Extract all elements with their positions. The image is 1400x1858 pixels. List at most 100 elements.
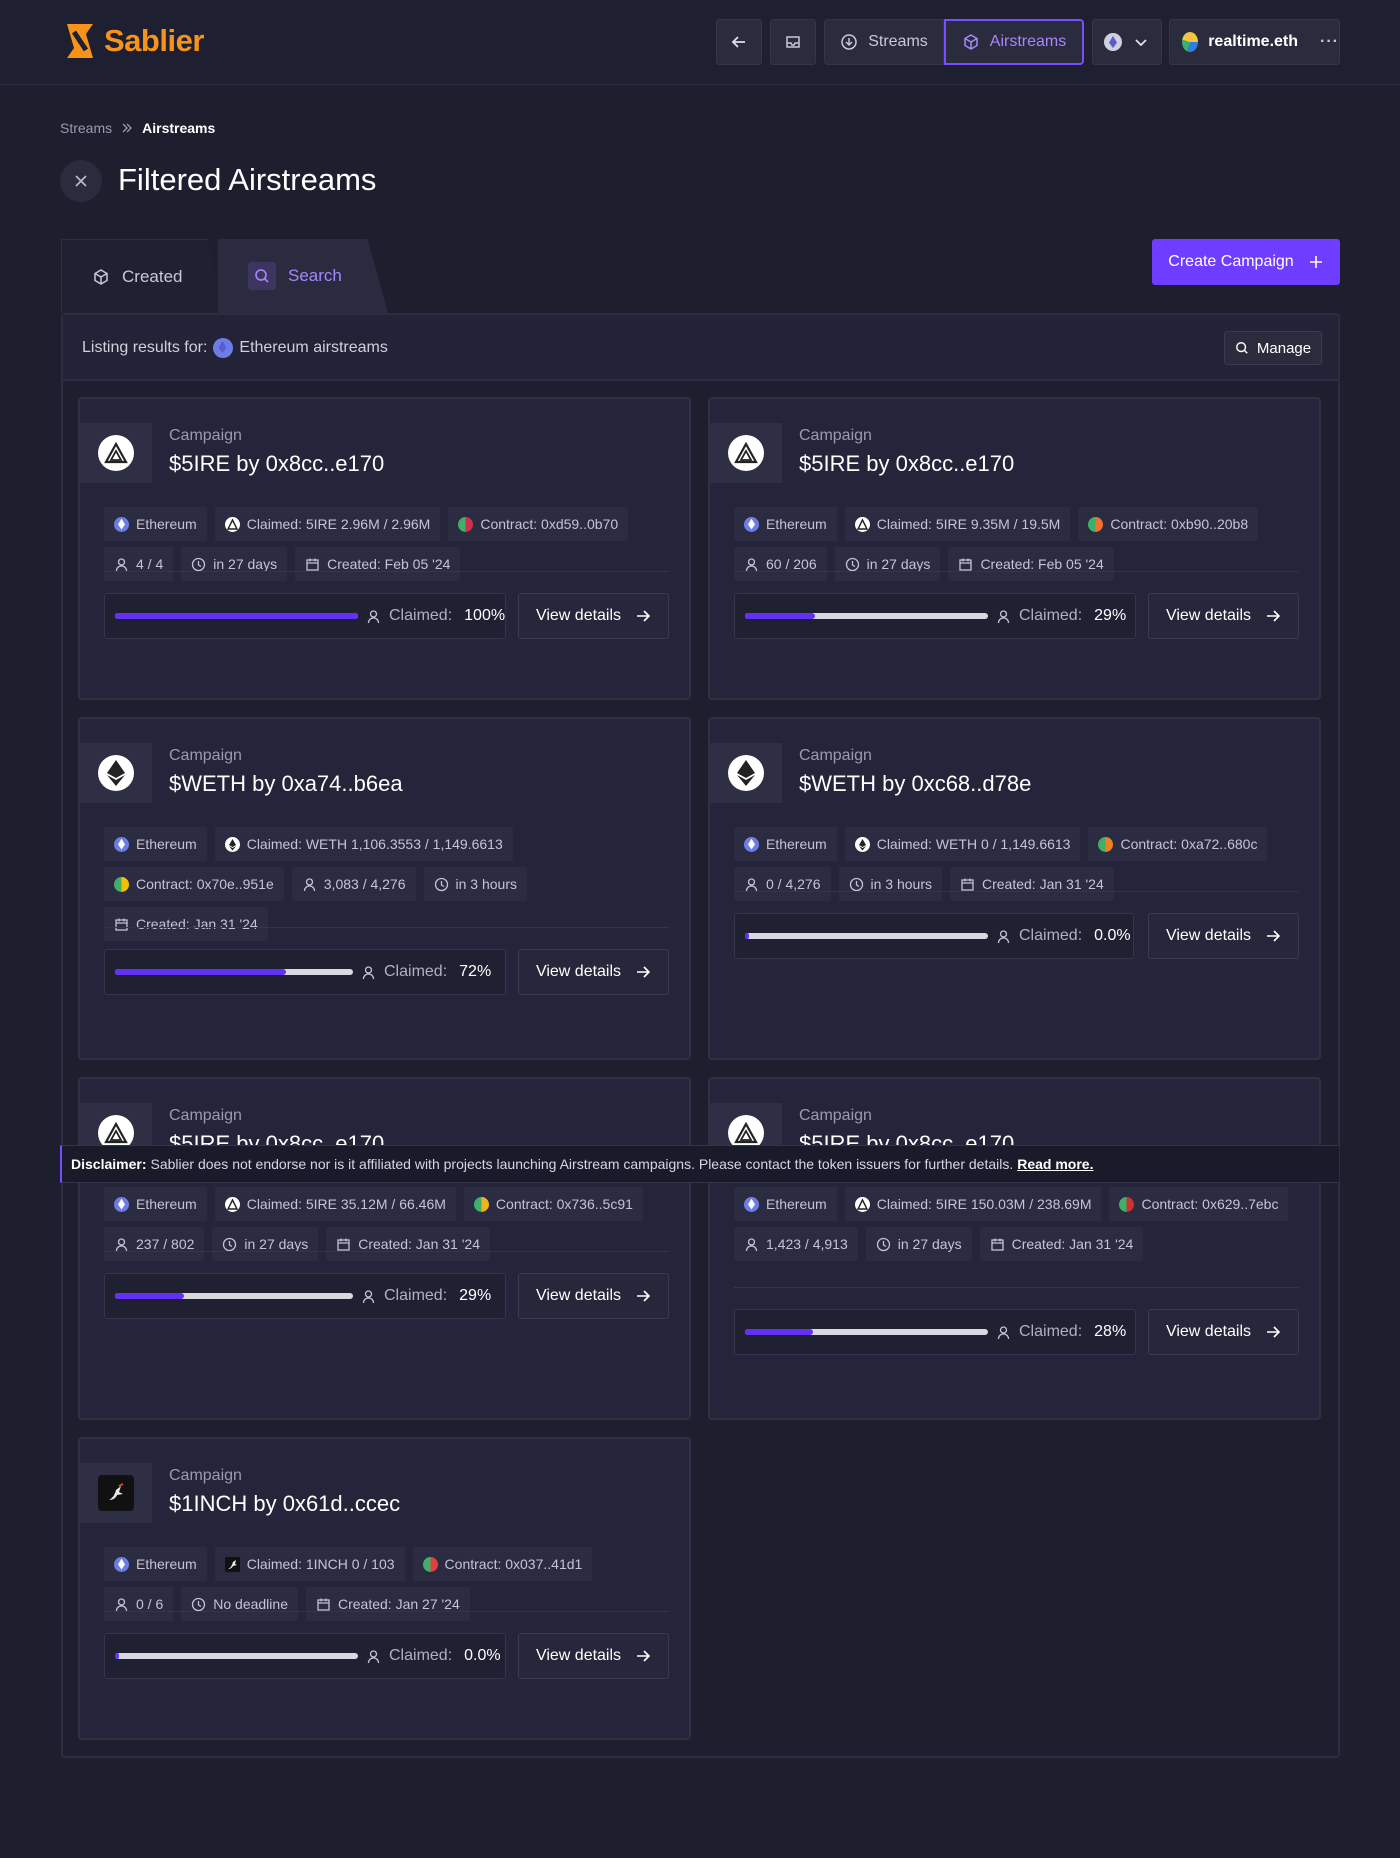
campaign-tag-text: Created: Feb 05 '24 [327,556,451,572]
campaign-tag[interactable]: Contract: 0x629..7ebc [1109,1187,1289,1221]
eth-token-icon [854,836,870,852]
tab-created[interactable]: Created [61,239,224,313]
view-details-button[interactable]: View details [518,949,669,995]
more-icon[interactable]: ··· [1320,33,1339,51]
close-filter-button[interactable] [60,160,102,202]
claimed-percent: 28% [1094,1323,1127,1340]
create-campaign-button[interactable]: Create Campaign [1152,239,1340,285]
view-details-button[interactable]: View details [1148,913,1299,959]
campaign-tag: in 27 days [834,547,941,581]
campaign-tag[interactable]: Contract: 0x037..41d1 [412,1547,593,1581]
campaign-tag[interactable]: Contract: 0xb90..20b8 [1078,507,1259,541]
clock-icon [845,557,860,572]
nav-airstreams[interactable]: Airstreams [944,19,1084,65]
campaign-tag: in 27 days [212,1227,319,1261]
campaign-title: $WETH by 0xc68..d78e [799,771,1032,796]
eth-token-icon [224,836,240,852]
campaign-tag-text: 0 / 4,276 [766,876,821,892]
campaign-tag[interactable]: Contract: 0xa72..680c [1088,827,1268,861]
cube-icon [964,34,978,50]
campaign-tag[interactable]: Contract: 0x736..5c91 [463,1187,643,1221]
contract-avatar-icon [114,876,129,892]
5ire-token-icon [854,1196,870,1212]
arrow-right-icon [637,966,651,978]
progress-fill [115,1653,119,1659]
5ire-token-icon [224,1196,240,1212]
campaign-card[interactable]: Campaign $5IRE by 0x8cc..e170 Ethereum Clai… [708,397,1321,700]
campaign-tag: Ethereum [104,1547,207,1581]
campaign-card[interactable]: Campaign $WETH by 0xa74..b6ea Ethereum Clai… [78,717,691,1060]
tab-search[interactable]: Search [218,239,388,313]
search-icon [1235,342,1248,354]
campaign-tag-text: Contract: 0x70e..951e [136,876,274,892]
back-button[interactable] [716,19,762,65]
view-details-button[interactable]: View details [1148,1309,1299,1355]
progress-fill [115,613,358,619]
campaign-tag: Ethereum [734,827,837,861]
claimed-percent: 29% [459,1287,492,1304]
campaign-card[interactable]: Campaign $1INCH by 0x61d..ccec Ethereum Cla… [78,1437,691,1740]
manage-button[interactable]: Manage [1224,331,1322,365]
arrow-left-icon [731,36,745,48]
calendar-icon [960,877,975,892]
5ire-token-icon [98,435,134,471]
ethereum-icon [114,1556,129,1572]
inbox-button[interactable] [770,19,816,65]
campaign-tag-text: No deadline [213,1596,288,1612]
read-more-link[interactable]: Read more. [1017,1156,1093,1172]
campaign-tag-text: Created: Feb 05 '24 [980,556,1104,572]
campaign-tag[interactable]: Contract: 0x70e..951e [104,867,284,901]
view-details-button[interactable]: View details [518,593,669,639]
listing-chain: Ethereum airstreams [239,339,388,356]
progress-bar [115,1653,358,1659]
disclaimer-banner: Disclaimer: Sablier does not endorse nor… [60,1145,1339,1183]
account-button[interactable]: realtime.eth ··· [1169,19,1340,65]
users-icon [114,1237,129,1252]
view-details-button[interactable]: View details [1148,593,1299,639]
progress-bar [745,1329,988,1335]
campaign-label: Campaign [799,1107,872,1124]
campaign-tag-text: 3,083 / 4,276 [323,876,406,892]
users-icon [114,557,129,572]
view-details-button[interactable]: View details [518,1273,669,1319]
calendar-icon [958,557,973,572]
sablier-logo[interactable]: Sablier [64,22,204,60]
inbox-icon [786,36,800,48]
campaign-tag-text: in 3 hours [870,876,932,892]
campaign-tag-text: Claimed: 1INCH 0 / 103 [246,1556,395,1572]
user-icon [361,965,376,980]
top-bar: Sablier Streams Airstreams realtime.eth … [0,0,1400,85]
campaign-card[interactable]: Campaign $5IRE by 0x8cc..e170 Ethereum Clai… [708,1077,1321,1420]
campaign-tags: Ethereum Claimed: WETH 0 / 1,149.6613 Cont… [734,827,1299,901]
campaign-card[interactable]: Campaign $WETH by 0xc68..d78e Ethereum Clai… [708,717,1321,1060]
claimed-label: Claimed: [389,607,453,624]
card-divider [734,1287,1299,1288]
chain-selector[interactable] [1092,19,1162,65]
users-icon [114,1597,129,1612]
campaign-tag[interactable]: Contract: 0xd59..0b70 [448,507,629,541]
plus-icon [1309,256,1322,268]
campaign-card[interactable]: Campaign $5IRE by 0x8cc..e170 Ethereum Clai… [78,1077,691,1420]
clock-icon [191,557,206,572]
contract-avatar-icon [1119,1196,1135,1212]
nav-streams[interactable]: Streams [824,19,944,65]
campaign-label: Campaign [799,747,872,764]
breadcrumb-streams[interactable]: Streams [60,120,112,136]
contract-avatar-icon [1088,516,1104,532]
campaign-card[interactable]: Campaign $5IRE by 0x8cc..e170 Ethereum Clai… [78,397,691,700]
campaign-tag-text: Claimed: WETH 0 / 1,149.6613 [876,836,1071,852]
create-campaign-label: Create Campaign [1168,253,1294,270]
campaign-tag: Claimed: WETH 1,106.3553 / 1,149.6613 [214,827,513,861]
account-name: realtime.eth [1208,33,1299,50]
campaign-tag-text: Ethereum [136,516,197,532]
eth-token-icon [728,755,764,791]
campaign-tag-text: in 27 days [213,556,278,572]
view-details-button[interactable]: View details [518,1633,669,1679]
ethereum-icon [744,516,759,532]
campaign-tag-text: Contract: 0xb90..20b8 [1110,516,1249,532]
clock-icon [222,1237,237,1252]
arrow-right-icon [637,610,651,622]
view-details-label: View details [535,607,622,624]
5ire-token-icon [854,516,870,532]
campaign-tag: Created: Jan 31 '24 [104,907,268,941]
